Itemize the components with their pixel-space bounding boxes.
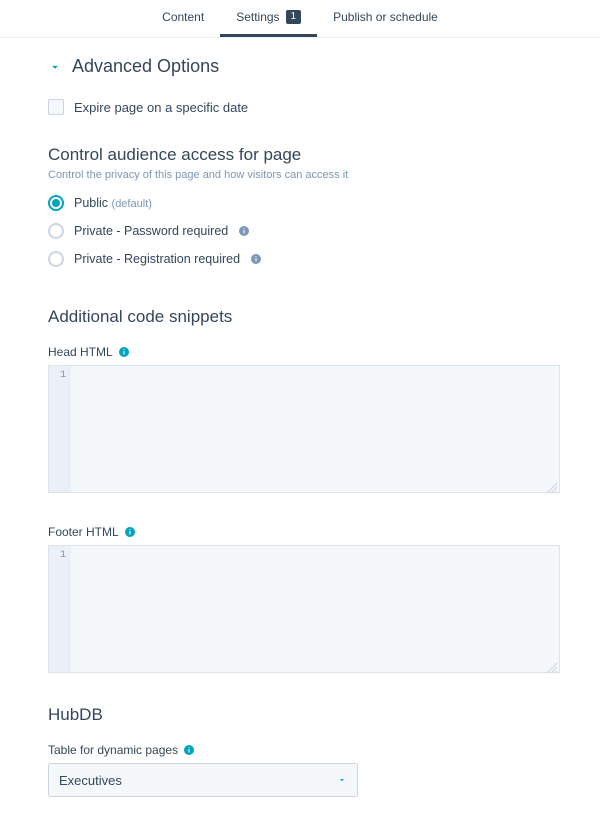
- tab-content[interactable]: Content: [146, 0, 220, 37]
- info-icon[interactable]: [238, 225, 250, 237]
- footer-html-editor[interactable]: 1: [48, 545, 560, 673]
- caret-down-icon: [337, 773, 347, 788]
- hubdb-table-select[interactable]: Executives: [48, 763, 358, 797]
- tab-publish[interactable]: Publish or schedule: [317, 0, 454, 37]
- radio-password-label: Private - Password required: [74, 224, 228, 238]
- tab-settings-label: Settings: [236, 10, 279, 24]
- expire-label: Expire page on a specific date: [74, 100, 248, 115]
- radio-public-label: Public (default): [74, 196, 152, 210]
- settings-badge: 1: [286, 10, 302, 24]
- audience-title: Control audience access for page: [48, 145, 560, 165]
- hubdb-table-label: Table for dynamic pages: [48, 743, 178, 757]
- info-icon[interactable]: [250, 253, 262, 265]
- head-html-editor[interactable]: 1: [48, 365, 560, 493]
- audience-desc: Control the privacy of this page and how…: [48, 169, 560, 181]
- snippets-title: Additional code snippets: [48, 307, 560, 327]
- radio-public[interactable]: [48, 195, 64, 211]
- footer-line1: 1: [60, 550, 66, 561]
- resize-grip-icon[interactable]: [547, 480, 557, 490]
- radio-registration-label: Private - Registration required: [74, 252, 240, 266]
- resize-grip-icon[interactable]: [547, 660, 557, 670]
- radio-public-text: Public: [74, 196, 108, 210]
- head-html-label: Head HTML: [48, 345, 113, 359]
- tab-publish-label: Publish or schedule: [333, 10, 438, 24]
- head-gutter: 1: [49, 366, 71, 492]
- radio-public-default: (default): [112, 198, 152, 210]
- hubdb-selected-value: Executives: [59, 773, 122, 788]
- head-html-label-row: Head HTML: [48, 345, 560, 359]
- tabs-bar: Content Settings 1 Publish or schedule: [0, 0, 600, 38]
- info-icon[interactable]: [118, 346, 130, 358]
- head-html-input[interactable]: [71, 366, 559, 492]
- advanced-options-title: Advanced Options: [72, 56, 219, 77]
- footer-html-label: Footer HTML: [48, 525, 119, 539]
- info-icon[interactable]: [183, 744, 195, 756]
- info-icon[interactable]: [124, 526, 136, 538]
- footer-gutter: 1: [49, 546, 71, 672]
- radio-row-public[interactable]: Public (default): [48, 195, 560, 211]
- head-line1: 1: [60, 370, 66, 381]
- footer-html-input[interactable]: [71, 546, 559, 672]
- expire-row: Expire page on a specific date: [48, 99, 560, 115]
- radio-row-registration[interactable]: Private - Registration required: [48, 251, 560, 267]
- hubdb-table-label-row: Table for dynamic pages: [48, 743, 560, 757]
- radio-password[interactable]: [48, 223, 64, 239]
- settings-content: Advanced Options Expire page on a specif…: [0, 38, 600, 837]
- audience-radio-group: Public (default) Private - Password requ…: [48, 195, 560, 267]
- chevron-down-icon: [48, 60, 62, 74]
- tab-settings[interactable]: Settings 1: [220, 0, 317, 37]
- hubdb-title: HubDB: [48, 705, 560, 725]
- tab-content-label: Content: [162, 10, 204, 24]
- radio-row-password[interactable]: Private - Password required: [48, 223, 560, 239]
- radio-registration[interactable]: [48, 251, 64, 267]
- expire-checkbox[interactable]: [48, 99, 64, 115]
- footer-html-label-row: Footer HTML: [48, 525, 560, 539]
- advanced-options-toggle[interactable]: Advanced Options: [48, 56, 560, 77]
